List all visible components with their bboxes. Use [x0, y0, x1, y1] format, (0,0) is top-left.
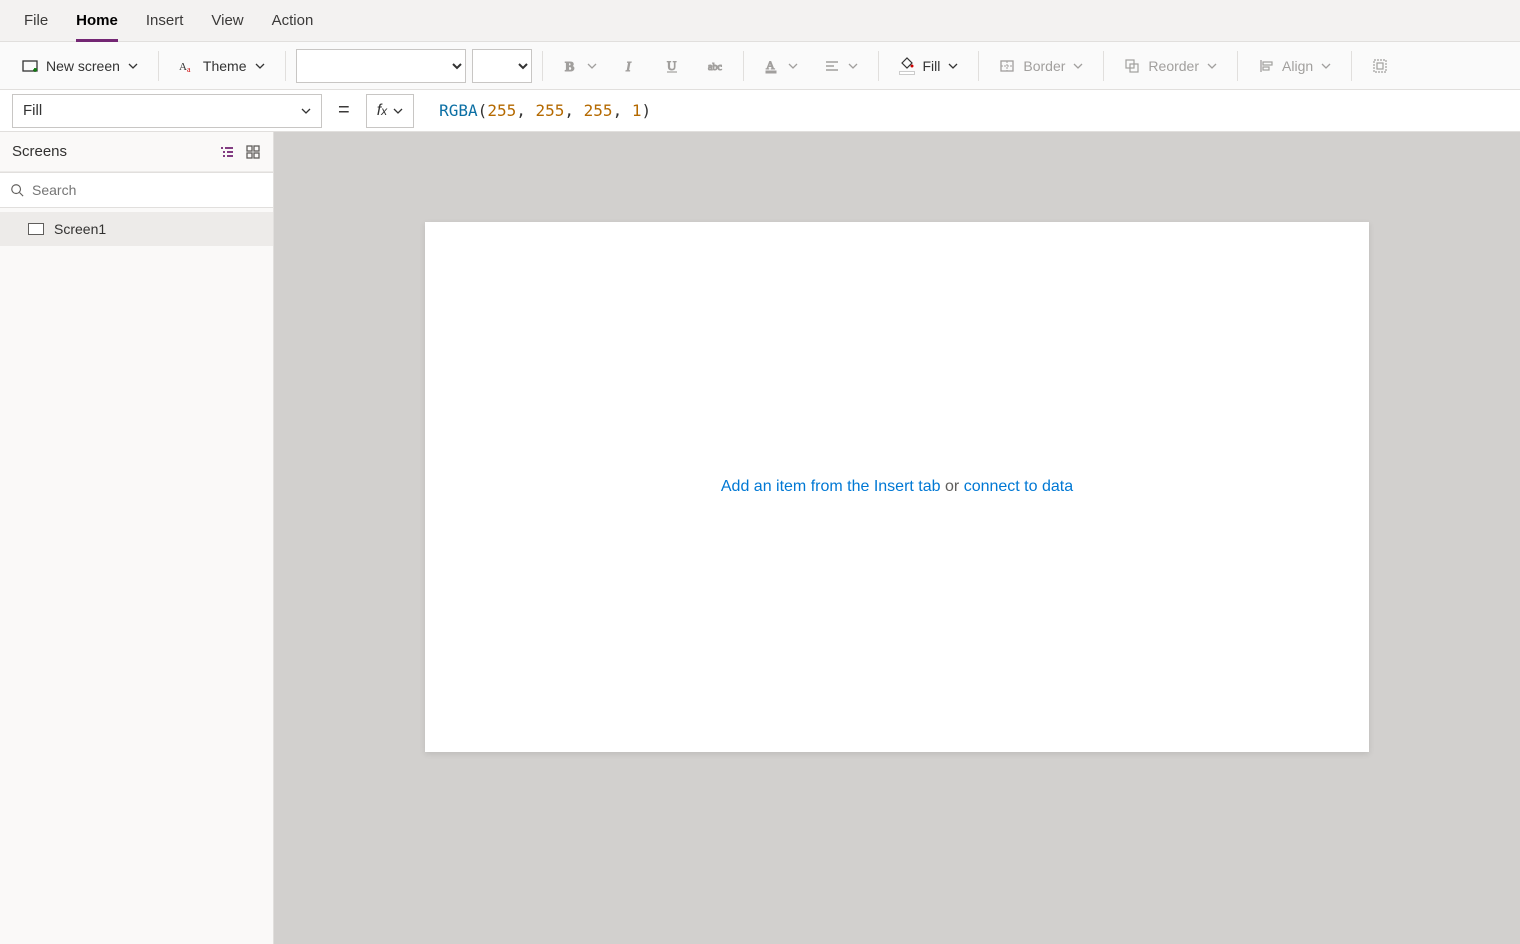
menu-action[interactable]: Action: [258, 0, 328, 41]
chevron-down-icon: [301, 106, 311, 116]
screens-title: Screens: [12, 143, 67, 160]
separator: [743, 51, 744, 81]
chevron-down-icon: [255, 61, 265, 71]
tree-item-label: Screen1: [54, 221, 106, 237]
menu-bar: File Home Insert View Action: [0, 0, 1520, 42]
screens-header: Screens: [0, 132, 273, 172]
formula-arg-3: 1: [632, 101, 642, 120]
svg-text:U: U: [667, 58, 677, 73]
fx-dropdown[interactable]: fx: [366, 94, 414, 128]
bold-button[interactable]: B: [553, 49, 607, 83]
new-screen-icon: [22, 58, 38, 74]
svg-text:B: B: [565, 60, 574, 74]
separator: [285, 51, 286, 81]
italic-button[interactable]: I: [613, 49, 649, 83]
chevron-down-icon: [128, 61, 138, 71]
formula-arg-0: 255: [487, 101, 516, 120]
chevron-down-icon: [788, 61, 798, 71]
connect-to-data-link[interactable]: connect to data: [964, 478, 1073, 495]
border-button[interactable]: Border: [989, 49, 1093, 83]
ribbon-toolbar: New screen Aa Theme B I U abc: [0, 42, 1520, 90]
search-icon: [10, 183, 24, 197]
svg-text:a: a: [187, 65, 191, 74]
search-box[interactable]: [0, 172, 273, 208]
align-button[interactable]: Align: [1248, 49, 1341, 83]
svg-text:A: A: [179, 61, 187, 73]
italic-icon: I: [623, 58, 639, 74]
empty-hint: Add an item from the Insert tab or conne…: [721, 478, 1073, 496]
separator: [1237, 51, 1238, 81]
strikethrough-icon: abc: [707, 58, 723, 74]
body: Screens Screen1: [0, 132, 1520, 944]
underline-icon: U: [665, 58, 681, 74]
border-label: Border: [1023, 58, 1065, 74]
canvas-area: Add an item from the Insert tab or conne…: [274, 132, 1520, 944]
menu-file[interactable]: File: [10, 0, 62, 41]
tree-item-screen1[interactable]: Screen1: [0, 212, 273, 246]
separator: [542, 51, 543, 81]
chevron-down-icon: [848, 61, 858, 71]
chevron-down-icon: [948, 61, 958, 71]
theme-icon: Aa: [179, 58, 195, 74]
fill-button[interactable]: Fill: [889, 49, 969, 83]
tree-view-icon[interactable]: [219, 144, 235, 160]
separator: [978, 51, 979, 81]
equals-sign: =: [334, 99, 354, 122]
formula-fn: RGBA: [439, 101, 478, 120]
chevron-down-icon: [393, 106, 403, 116]
group-button[interactable]: [1362, 49, 1398, 83]
new-screen-button[interactable]: New screen: [12, 49, 148, 83]
menu-view[interactable]: View: [197, 0, 257, 41]
formula-arg-1: 255: [535, 101, 564, 120]
new-screen-label: New screen: [46, 58, 120, 74]
fill-icon: [899, 56, 915, 75]
align-icon: [1258, 58, 1274, 74]
reorder-label: Reorder: [1148, 58, 1199, 74]
formula-arg-2: 255: [584, 101, 613, 120]
reorder-icon: [1124, 58, 1140, 74]
chevron-down-icon: [1321, 61, 1331, 71]
strikethrough-button[interactable]: abc: [697, 49, 733, 83]
reorder-button[interactable]: Reorder: [1114, 49, 1227, 83]
theme-button[interactable]: Aa Theme: [169, 49, 275, 83]
thumbnail-view-icon[interactable]: [245, 144, 261, 160]
screen-icon: [28, 223, 44, 235]
fx-icon: fx: [377, 102, 387, 120]
formula-bar: Fill = fx RGBA(255, 255, 255, 1): [0, 90, 1520, 132]
underline-button[interactable]: U: [655, 49, 691, 83]
separator: [158, 51, 159, 81]
property-name: Fill: [23, 102, 42, 119]
separator: [1103, 51, 1104, 81]
border-icon: [999, 58, 1015, 74]
screens-tree: Screen1: [0, 208, 273, 944]
design-canvas[interactable]: Add an item from the Insert tab or conne…: [425, 222, 1369, 752]
align-label: Align: [1282, 58, 1313, 74]
search-input[interactable]: [32, 182, 263, 198]
group-icon: [1372, 58, 1388, 74]
font-size-select[interactable]: [472, 49, 532, 83]
formula-input[interactable]: RGBA(255, 255, 255, 1): [426, 94, 1520, 128]
fill-label: Fill: [923, 58, 941, 74]
font-family-select[interactable]: [296, 49, 466, 83]
theme-label: Theme: [203, 58, 247, 74]
font-color-button[interactable]: A: [754, 49, 808, 83]
chevron-down-icon: [1073, 61, 1083, 71]
screens-panel: Screens Screen1: [0, 132, 274, 944]
property-select[interactable]: Fill: [12, 94, 322, 128]
separator: [1351, 51, 1352, 81]
chevron-down-icon: [587, 61, 597, 71]
menu-insert[interactable]: Insert: [132, 0, 198, 41]
text-align-button[interactable]: [814, 49, 868, 83]
menu-home[interactable]: Home: [62, 0, 132, 41]
svg-text:abc: abc: [708, 62, 722, 73]
chevron-down-icon: [1207, 61, 1217, 71]
align-left-icon: [824, 58, 840, 74]
svg-text:I: I: [625, 60, 632, 74]
bold-icon: B: [563, 58, 579, 74]
insert-tab-link[interactable]: Add an item from the Insert tab: [721, 478, 941, 495]
separator: [878, 51, 879, 81]
font-color-icon: A: [764, 58, 780, 74]
svg-text:A: A: [766, 58, 775, 72]
